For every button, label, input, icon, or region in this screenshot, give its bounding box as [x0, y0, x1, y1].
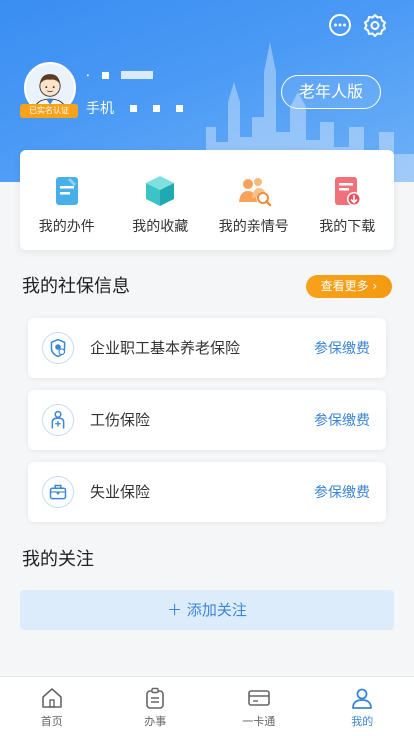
user-phone-masked: 手机 [86, 98, 183, 118]
quick-action-label: 我的下载 [319, 219, 376, 235]
mask-block [101, 71, 109, 79]
follow-title: 我的关注 [22, 549, 94, 570]
add-follow-button[interactable]: ＋ 添加关注 [20, 590, 394, 630]
insurance-name: 工伤保险 [90, 411, 151, 429]
insurance-item-injury[interactable]: 工伤保险 参保缴费 [28, 390, 386, 450]
view-more-button[interactable]: 查看更多 › [306, 275, 392, 298]
tab-label: 我的 [351, 715, 374, 728]
bottom-tab-bar: 首页 办事 一卡通 我的 [0, 676, 414, 736]
insurance-pay-link[interactable]: 参保缴费 [314, 482, 370, 502]
tab-label: 办事 [144, 715, 167, 728]
tab-label: 首页 [40, 715, 63, 728]
user-icon [352, 688, 373, 709]
insurance-pay-link[interactable]: 参保缴费 [314, 410, 370, 430]
cube-icon [146, 176, 175, 206]
pension-icon [42, 332, 74, 364]
user-name-masked: ⸱ [86, 67, 153, 84]
add-follow-label: 添加关注 [186, 601, 247, 619]
tab-services[interactable]: 办事 [104, 677, 208, 736]
insurance-item-unemployment[interactable]: 失业保险 参保缴费 [28, 462, 386, 522]
mask-block [130, 104, 137, 112]
quick-action-my-cases[interactable]: 我的办件 [20, 150, 114, 250]
clipboard-icon [146, 687, 165, 709]
insurance-name: 企业职工基本养老保险 [90, 339, 241, 357]
mask-block [176, 104, 183, 112]
plus-icon: ＋ [167, 601, 183, 619]
quick-actions-card: 我的办件 我的收藏 我的亲情号 我的下载 [20, 150, 394, 250]
message-icon[interactable] [327, 12, 353, 38]
insurance-name: 失业保险 [90, 483, 151, 501]
mask-block [153, 104, 160, 112]
insurance-item-pension[interactable]: 企业职工基本养老保险 参保缴费 [28, 318, 386, 378]
verified-badge: 已实名认证 [20, 104, 78, 118]
view-more-label: 查看更多 [320, 279, 369, 293]
mask-block [120, 71, 153, 79]
unemployment-icon [42, 476, 74, 508]
settings-gear-icon[interactable] [362, 12, 388, 38]
document-icon [55, 177, 78, 205]
family-icon [238, 178, 271, 207]
quick-action-label: 我的办件 [38, 219, 95, 235]
phone-label: 手机 [86, 101, 114, 117]
tab-home[interactable]: 首页 [0, 677, 104, 736]
home-icon [41, 688, 62, 708]
quick-action-label: 我的收藏 [132, 219, 189, 235]
quick-action-downloads[interactable]: 我的下载 [301, 150, 395, 250]
social-security-title: 我的社保信息 [22, 276, 130, 297]
tab-label: 一卡通 [242, 715, 276, 728]
card-icon [247, 690, 270, 706]
elder-mode-button[interactable]: 老年人版 [281, 75, 381, 109]
injury-icon [42, 404, 74, 436]
tab-mine[interactable]: 我的 [311, 677, 414, 736]
insurance-pay-link[interactable]: 参保缴费 [314, 338, 370, 358]
quick-action-favorites[interactable]: 我的收藏 [114, 150, 208, 250]
quick-action-label: 我的亲情号 [218, 219, 289, 235]
user-name-prefix: ⸱ [86, 67, 90, 84]
tab-card[interactable]: 一卡通 [207, 677, 311, 736]
quick-action-family-numbers[interactable]: 我的亲情号 [207, 150, 301, 250]
download-icon [335, 177, 362, 206]
